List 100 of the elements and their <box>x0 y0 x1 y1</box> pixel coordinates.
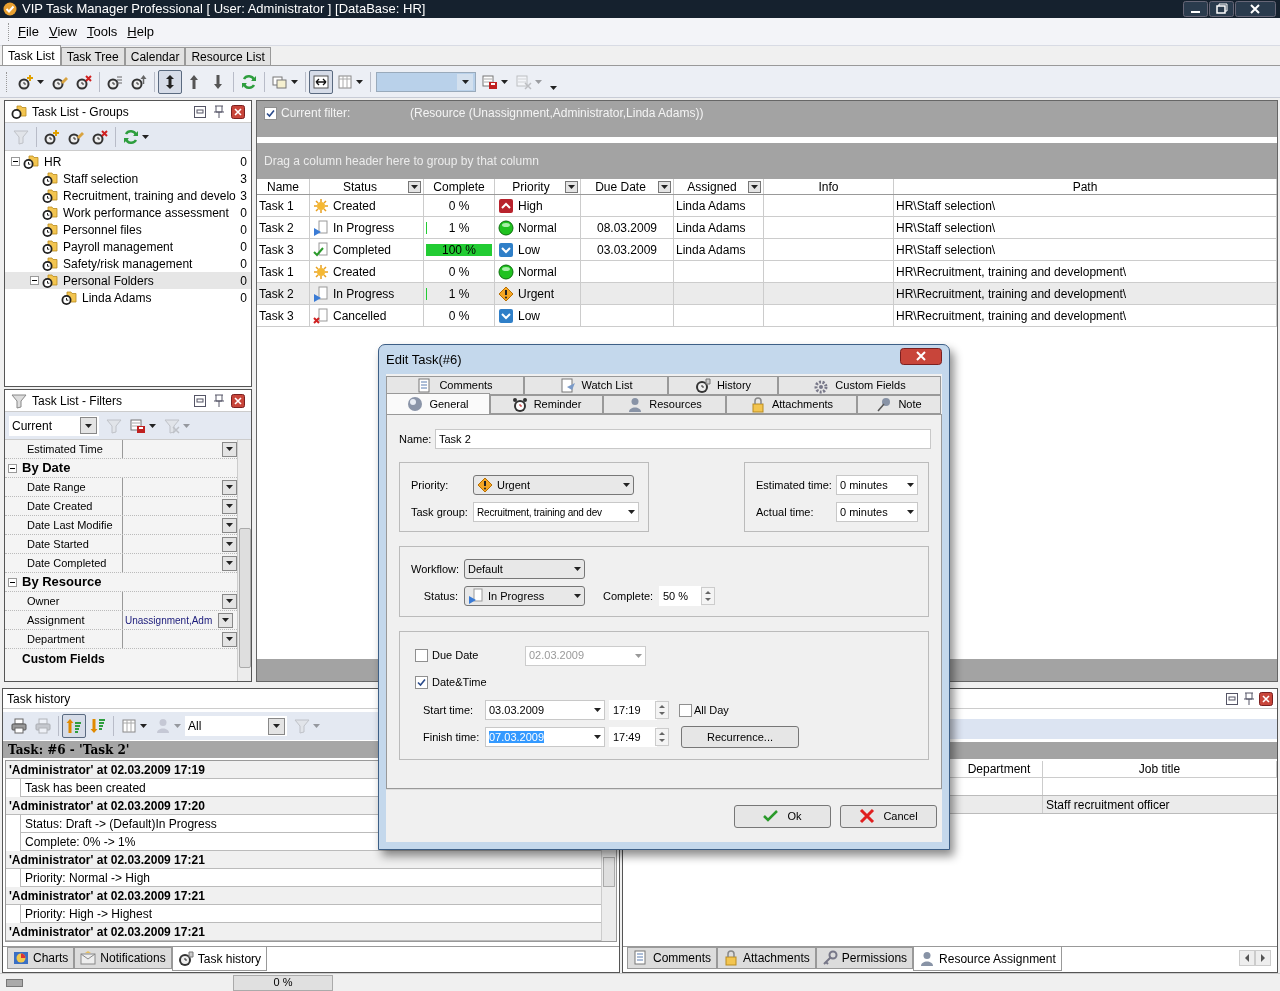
pin-icon[interactable] <box>1242 691 1256 706</box>
input-field[interactable]: 0 minutes <box>836 502 918 522</box>
pin-icon[interactable] <box>212 393 226 408</box>
restore-icon[interactable] <box>1225 691 1239 706</box>
close-icon[interactable] <box>231 104 245 119</box>
menu-item[interactable]: Help <box>123 21 159 42</box>
column-header[interactable]: Department <box>967 760 1031 778</box>
close-icon[interactable] <box>1259 691 1273 706</box>
ok-button[interactable]: Ok <box>734 804 831 828</box>
cancel-button[interactable]: Cancel <box>840 804 937 828</box>
tab[interactable]: Comments <box>627 947 717 969</box>
spin-buttons[interactable] <box>655 728 669 746</box>
tree-row[interactable]: Recruitment, training and develo 3 <box>5 187 251 204</box>
scrollbar[interactable] <box>237 440 251 681</box>
dropdown-button[interactable] <box>222 631 237 647</box>
toolbar-button[interactable] <box>158 69 182 94</box>
table-row[interactable]: Task 1 Created 0 % High Linda Adams HR\Staff selection\ <box>257 195 1277 217</box>
input-field[interactable]: Recruitment, training and dev <box>473 502 639 522</box>
tab[interactable]: Task history <box>171 947 268 971</box>
dropdown-button[interactable] <box>222 441 237 457</box>
dropdown-button[interactable] <box>268 717 285 735</box>
input-field[interactable]: 17:49 <box>609 727 657 747</box>
table-row[interactable]: Task 2 In Progress 1 % Normal 08.03.2009 Linda Adams HR\Staff selection\ <box>257 217 1277 239</box>
close-icon[interactable] <box>900 348 942 365</box>
collapse-toggle[interactable] <box>8 463 17 473</box>
tab[interactable]: Attachments <box>717 947 816 969</box>
checkbox[interactable] <box>264 107 277 120</box>
dropdown-field[interactable] <box>376 71 476 92</box>
recurrence-button[interactable]: Recurrence... <box>681 726 799 748</box>
input-field[interactable]: 17:19 <box>609 700 657 720</box>
table-row[interactable]: Task 2 In Progress 1 % Urgent HR\Recruitment, training and development\ <box>257 283 1277 305</box>
tree-row[interactable]: Safety/risk management 0 <box>5 255 251 272</box>
tab[interactable]: Resources <box>603 395 726 414</box>
dropdown[interactable]: Default <box>464 559 585 579</box>
tab[interactable]: History <box>668 376 778 395</box>
tab[interactable]: Resource Assignment <box>913 947 1062 971</box>
toolbar-button[interactable] <box>309 69 333 94</box>
column-header[interactable]: Priority <box>497 177 565 196</box>
table-row[interactable]: Task 3 Completed 100 % Low 03.03.2009 Linda Adams HR\Staff selection\ <box>257 239 1277 261</box>
dropdown-button[interactable] <box>222 498 237 514</box>
dropdown-field[interactable]: Current <box>9 415 99 436</box>
input-field[interactable]: 0 minutes <box>836 475 918 495</box>
tab[interactable]: Notifications <box>74 947 172 969</box>
tree-row[interactable]: Personnel files 0 <box>5 221 251 238</box>
tree-row[interactable]: Payroll management 0 <box>5 238 251 255</box>
filter-dropdown-button[interactable] <box>748 180 761 193</box>
checkbox[interactable] <box>415 675 428 689</box>
close-icon[interactable] <box>231 393 245 408</box>
tree-row[interactable]: Personal Folders 0 <box>5 272 251 289</box>
collapse-toggle[interactable] <box>8 577 17 587</box>
tab[interactable]: Task Tree <box>60 47 125 65</box>
table-row[interactable]: Task 1 Created 0 % Normal HR\Recruitment, training and development\ <box>257 261 1277 283</box>
restore-icon[interactable] <box>193 393 207 408</box>
tab[interactable]: Calendar <box>124 47 186 65</box>
checkbox[interactable] <box>415 649 428 662</box>
scroll-right-icon[interactable] <box>1255 950 1271 966</box>
tab[interactable]: Charts <box>7 947 75 969</box>
dropdown[interactable]: In Progress <box>464 586 585 606</box>
tab[interactable]: Permissions <box>815 947 914 969</box>
restore-icon[interactable] <box>193 104 207 119</box>
menu-item[interactable]: File <box>14 21 43 42</box>
tab[interactable]: Task List <box>2 45 61 65</box>
column-header[interactable]: Due Date <box>583 177 658 196</box>
expand-toggle[interactable] <box>30 276 39 285</box>
input-field[interactable]: 50 % <box>659 586 701 606</box>
menu-item[interactable]: Tools <box>82 21 122 42</box>
tab[interactable]: Resource List <box>185 47 271 65</box>
close-icon[interactable] <box>1235 1 1276 17</box>
column-header[interactable]: Name <box>259 177 307 196</box>
minimize-icon[interactable] <box>1183 1 1208 17</box>
filter-dropdown-button[interactable] <box>565 180 578 193</box>
input-field[interactable]: Task 2 <box>435 429 931 449</box>
column-header[interactable]: Info <box>766 177 891 196</box>
dropdown[interactable]: Urgent <box>473 475 634 495</box>
tab[interactable]: Attachments <box>726 395 857 414</box>
tab[interactable]: General <box>386 393 490 414</box>
pin-icon[interactable] <box>212 104 226 119</box>
filter-dropdown-button[interactable] <box>408 180 421 193</box>
scroll-left-icon[interactable] <box>1239 950 1255 966</box>
tree-row[interactable]: Staff selection 3 <box>5 170 251 187</box>
restore-window-icon[interactable] <box>1209 1 1234 17</box>
dropdown-field[interactable]: All <box>185 716 287 736</box>
tab[interactable]: Custom Fields <box>778 376 941 395</box>
spin-buttons[interactable] <box>655 701 669 719</box>
dropdown-button[interactable] <box>80 417 97 434</box>
tab[interactable]: Watch List <box>524 376 668 395</box>
spin-buttons[interactable] <box>701 587 715 605</box>
dropdown-button[interactable] <box>222 536 237 552</box>
filter-dropdown-button[interactable] <box>658 180 671 193</box>
tree-row[interactable]: Linda Adams 0 <box>5 289 251 306</box>
input-field[interactable]: 03.03.2009 <box>485 700 605 720</box>
menu-item[interactable]: View <box>44 21 81 42</box>
column-header[interactable]: Path <box>896 177 1274 196</box>
column-header[interactable]: Job title <box>1138 760 1181 778</box>
dropdown-button[interactable] <box>222 517 237 533</box>
dropdown-button[interactable] <box>222 555 237 571</box>
column-header[interactable]: Complete <box>426 177 492 196</box>
tab[interactable]: Note <box>857 395 941 414</box>
column-header[interactable]: Assigned <box>676 177 748 196</box>
expand-toggle[interactable] <box>11 157 20 166</box>
